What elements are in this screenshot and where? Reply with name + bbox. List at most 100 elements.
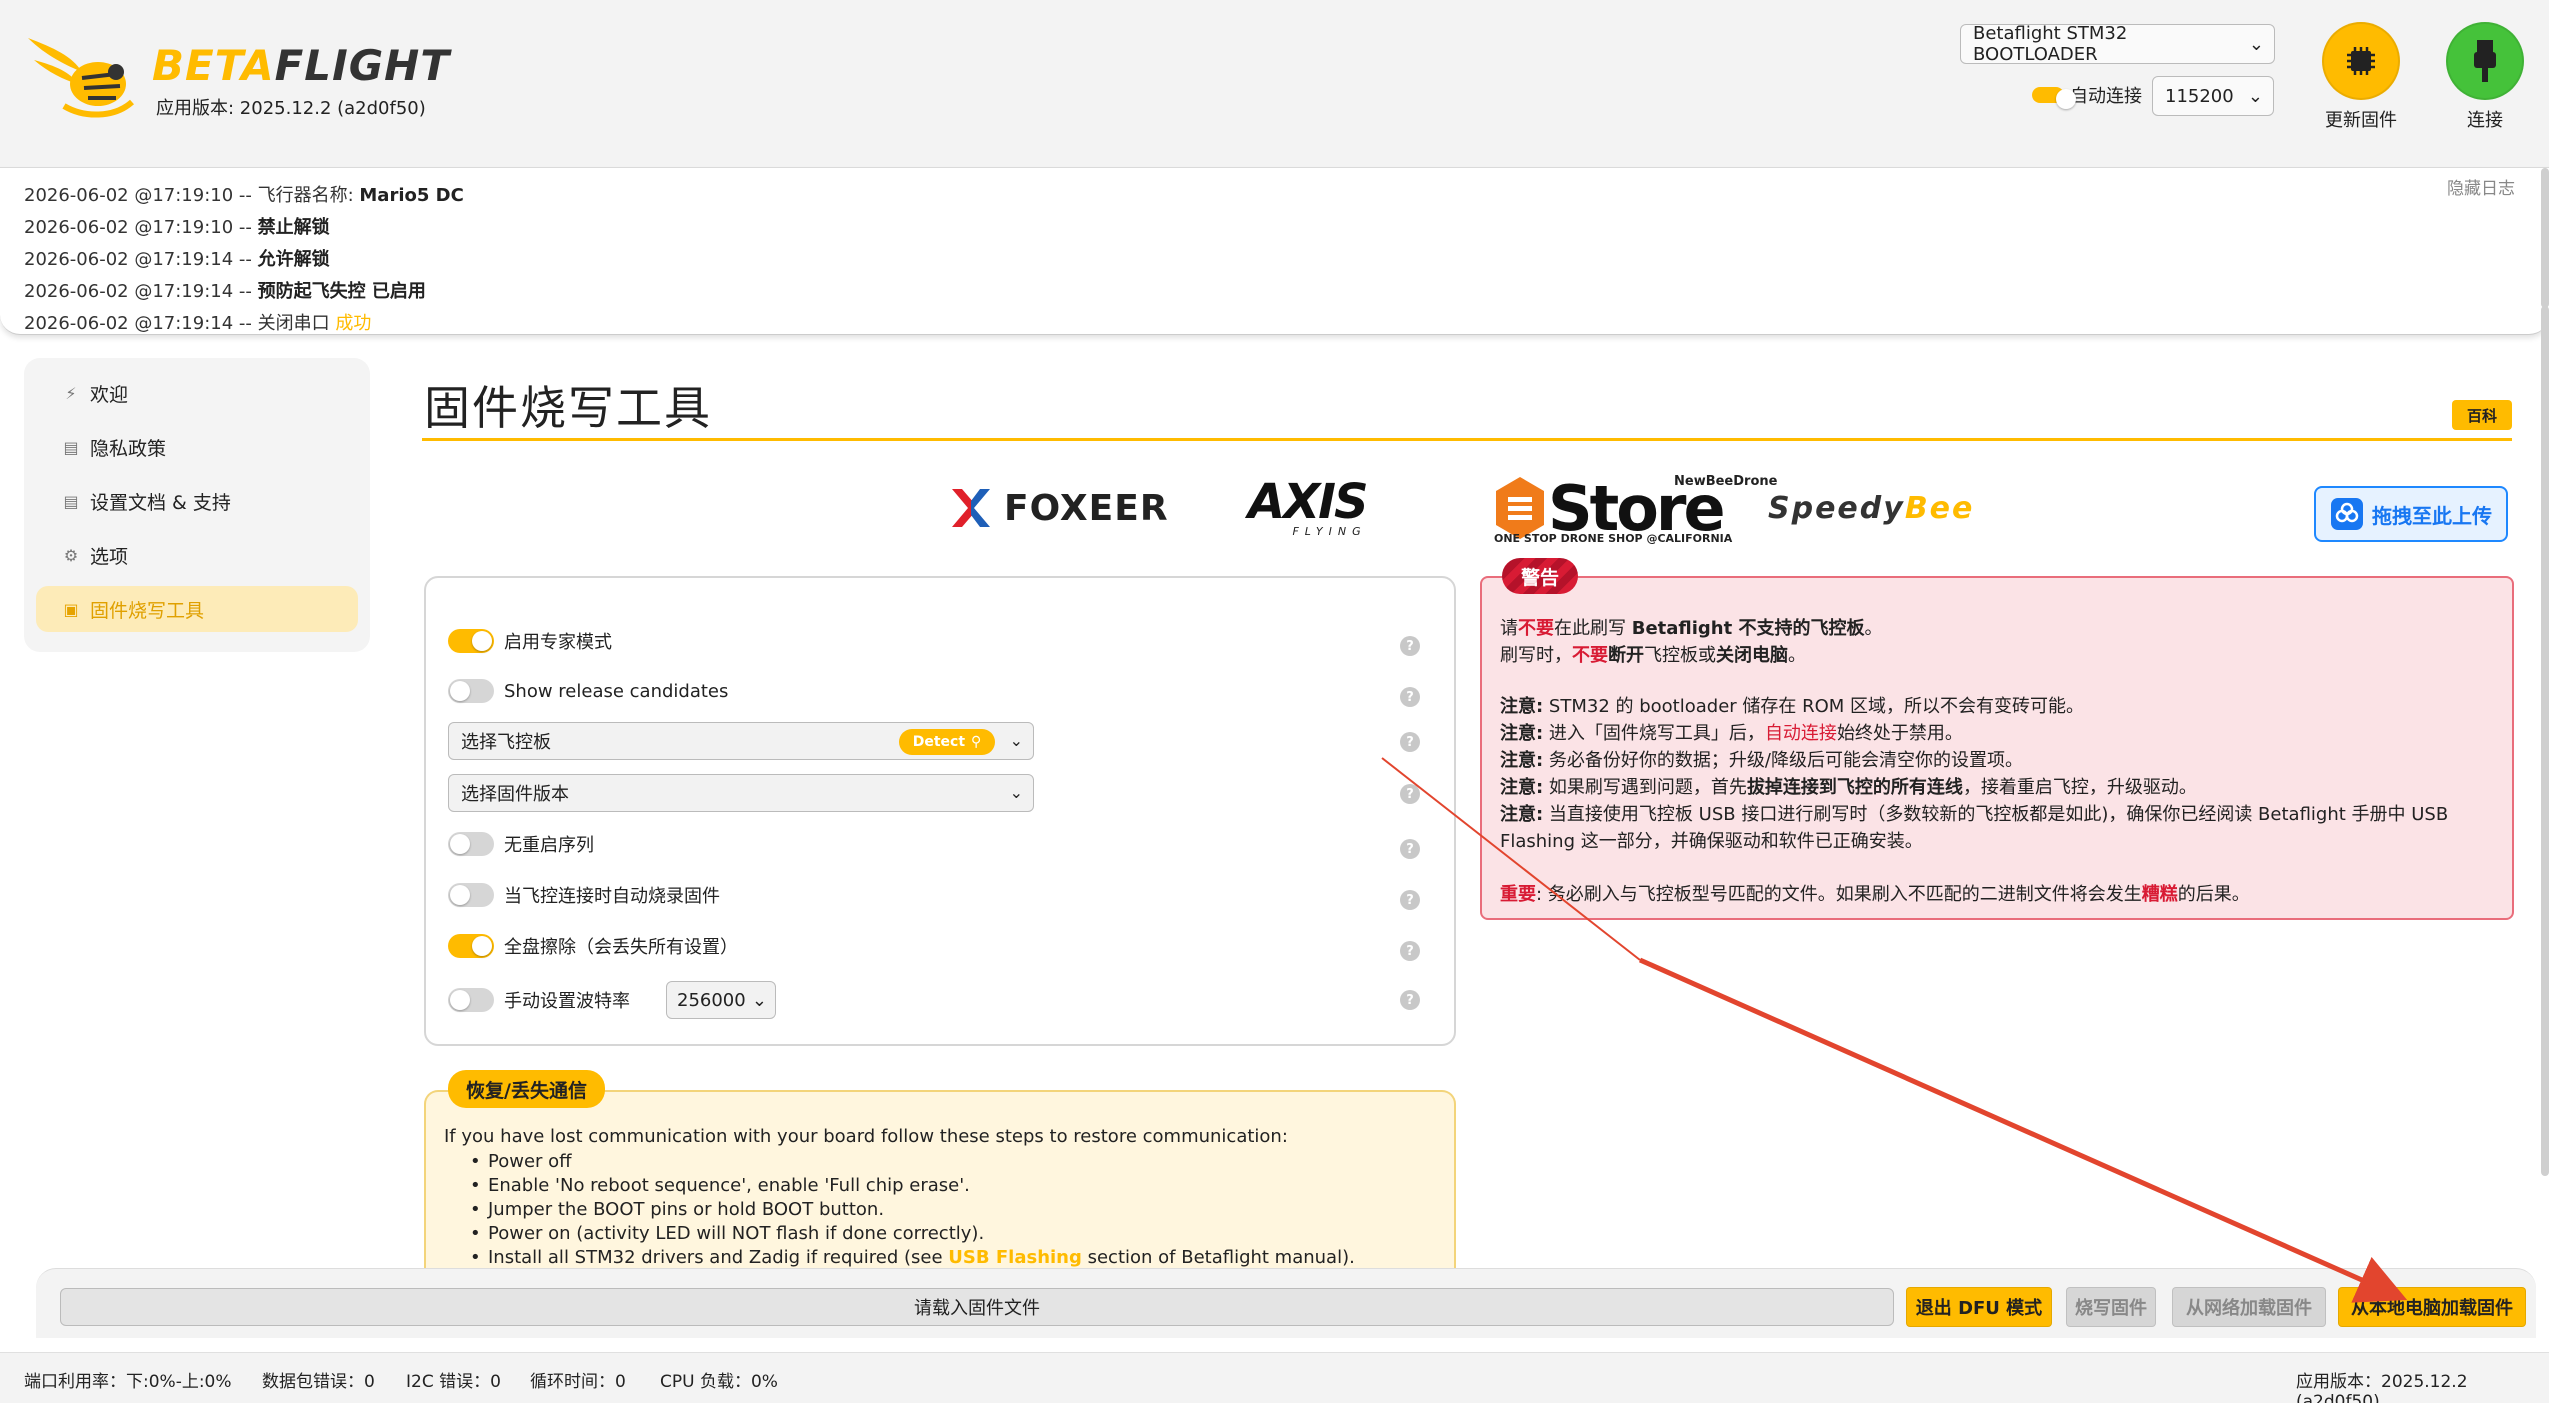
sponsor-axis[interactable]: AXIS FLYING bbox=[1248, 468, 1369, 548]
log-line: 2026-06-02 @17:19:10 -- 禁止解锁 bbox=[24, 217, 330, 238]
update-firmware-button[interactable]: 更新固件 bbox=[2306, 22, 2416, 132]
detect-button[interactable]: Detect ⚲ bbox=[899, 729, 995, 755]
usb-flashing-link[interactable]: USB Flashing bbox=[948, 1247, 1082, 1268]
port-select[interactable]: Betaflight STM32 BOOTLOADER ⌄ bbox=[1960, 23, 2275, 65]
sidebar-item-label: 欢迎 bbox=[90, 383, 129, 406]
sidebar-item-firmware-flasher[interactable]: ▣ 固件烧写工具 bbox=[36, 586, 358, 632]
recovery-step: Power off bbox=[470, 1151, 571, 1172]
log-line: 2026-06-02 @17:19:10 -- 飞行器名称: Mario5 DC bbox=[24, 185, 464, 206]
sponsor-foxeer[interactable]: FOXEER bbox=[948, 468, 1169, 548]
log-line: 2026-06-02 @17:19:14 -- 关闭串口 成功 bbox=[24, 313, 372, 334]
auto-flash-label: 当飞控连接时自动烧录固件 bbox=[504, 886, 720, 907]
warning-line: 请不要在此刷写 Betaflight 不支持的飞控板。 bbox=[1500, 618, 1883, 639]
detect-label: Detect bbox=[912, 734, 966, 750]
firmware-version-select[interactable]: 选择固件版本 ⌄ bbox=[448, 774, 1034, 812]
hide-log-link[interactable]: 隐藏日志 bbox=[2447, 174, 2515, 199]
flash-options-panel: 启用专家模式 ? Show release candidates ? 选择飞控板… bbox=[424, 576, 1456, 1046]
chevron-down-icon: ⌄ bbox=[1009, 783, 1023, 802]
release-candidates-row: Show release candidates bbox=[448, 679, 728, 703]
page-title: 固件烧写工具 bbox=[424, 381, 712, 435]
expert-mode-toggle[interactable] bbox=[448, 629, 494, 653]
firmware-version-value: 选择固件版本 bbox=[461, 784, 569, 805]
cycle-time: 循环时间：0 bbox=[530, 1372, 626, 1392]
chip-icon bbox=[2347, 47, 2375, 75]
port-select-value: Betaflight STM32 BOOTLOADER bbox=[1973, 23, 2128, 65]
recovery-step: Enable 'No reboot sequence', enable 'Ful… bbox=[470, 1175, 970, 1196]
exit-dfu-button[interactable]: 退出 DFU 模式 bbox=[1906, 1287, 2052, 1327]
firmware-load-status: 请载入固件文件 bbox=[60, 1288, 1894, 1326]
help-icon[interactable]: ? bbox=[1400, 784, 1420, 804]
help-icon[interactable]: ? bbox=[1400, 839, 1420, 859]
sponsor-speedybee[interactable]: Speedy Bee bbox=[1768, 468, 1974, 548]
no-reboot-row: 无重启序列 bbox=[448, 831, 594, 857]
note-line: 注意: STM32 的 bootloader 储存在 ROM 区域，所以不会有变… bbox=[1500, 696, 2085, 717]
sidebar-item-welcome[interactable]: ⚡ 欢迎 bbox=[36, 370, 358, 416]
release-candidates-label: Show release candidates bbox=[504, 680, 729, 702]
search-icon: ⚲ bbox=[971, 734, 982, 750]
help-icon[interactable]: ? bbox=[1400, 687, 1420, 707]
sidebar-item-label: 设置文档 & 支持 bbox=[90, 491, 231, 514]
update-firmware-label: 更新固件 bbox=[2325, 110, 2397, 131]
expert-mode-label: 启用专家模式 bbox=[504, 632, 612, 653]
sidebar-item-options[interactable]: ⚙ 选项 bbox=[36, 532, 358, 578]
upload-dropzone-button[interactable]: 拖拽至此上传 bbox=[2314, 486, 2508, 542]
important-line: 重要: 务必刷入与飞控板型号匹配的文件。如果刷入不匹配的二进制文件将会发生糟糕的… bbox=[1500, 884, 2250, 905]
status-app-version: 应用版本：2025.12.2 (a2d0f50) bbox=[2296, 1372, 2468, 1403]
baud-select[interactable]: 115200 ⌄ bbox=[2152, 76, 2274, 116]
recovery-tag: 恢复/丢失通信 bbox=[448, 1070, 605, 1108]
full-erase-row: 全盘擦除（会丢失所有设置） bbox=[448, 933, 738, 959]
sponsor-label: AXIS bbox=[1248, 473, 1369, 530]
auto-connect-switch[interactable] bbox=[2032, 87, 2076, 109]
help-icon[interactable]: ? bbox=[1400, 732, 1420, 752]
connect-circle bbox=[2446, 22, 2524, 100]
app-header: BETAFLIGHT 应用版本: 2025.12.2 (a2d0f50) Bet… bbox=[0, 0, 2549, 168]
full-erase-toggle[interactable] bbox=[448, 934, 494, 958]
sponsor-label: Bee bbox=[1904, 490, 1975, 526]
flash-firmware-button[interactable]: 烧写固件 bbox=[2066, 1287, 2156, 1327]
connect-button[interactable]: 连接 bbox=[2430, 22, 2540, 132]
help-icon[interactable]: ? bbox=[1400, 941, 1420, 961]
manual-baud-select[interactable]: 256000 ⌄ bbox=[666, 981, 776, 1019]
upload-label: 拖拽至此上传 bbox=[2372, 503, 2492, 528]
auto-connect-toggle[interactable]: 自动连接 bbox=[2032, 82, 2142, 109]
log-scrollbar[interactable] bbox=[2541, 168, 2549, 308]
recovery-step: Install all STM32 drivers and Zadig if r… bbox=[470, 1247, 1355, 1268]
auto-flash-row: 当飞控连接时自动烧录固件 bbox=[448, 882, 720, 908]
board-select-value: 选择飞控板 bbox=[461, 732, 551, 753]
wiki-button[interactable]: 百科 bbox=[2452, 400, 2512, 430]
gear-icon: ⚙ bbox=[63, 545, 79, 565]
board-select[interactable]: 选择飞控板 Detect ⚲ ⌄ bbox=[448, 722, 1034, 760]
sidebar-item-docs[interactable]: ▤ 设置文档 & 支持 bbox=[36, 478, 358, 524]
manual-baud-row: 手动设置波特率 256000 ⌄ bbox=[448, 981, 776, 1019]
note-line: 注意: 务必备份好你的数据；升级/降级后可能会清空你的设置项。 bbox=[1500, 750, 2023, 771]
auto-flash-toggle[interactable] bbox=[448, 883, 494, 907]
warning-tag: 警告 bbox=[1502, 558, 1578, 594]
manual-baud-toggle[interactable] bbox=[448, 988, 494, 1012]
baud-select-value: 115200 bbox=[2165, 85, 2234, 107]
firmware-chip-circle bbox=[2322, 22, 2400, 100]
load-local-firmware-button[interactable]: 从本地电脑加载固件 bbox=[2338, 1287, 2526, 1327]
no-reboot-toggle[interactable] bbox=[448, 832, 494, 856]
load-online-firmware-button[interactable]: 从网络加载固件 bbox=[2172, 1287, 2326, 1327]
sponsor-newbeedrone[interactable]: NewBeeDrone Store ONE STOP DRONE SHOP @C… bbox=[1494, 468, 1777, 548]
sponsor-label: ONE STOP DRONE SHOP @CALIFORNIA bbox=[1494, 532, 1733, 545]
help-icon[interactable]: ? bbox=[1400, 990, 1420, 1010]
auto-connect-label: 自动连接 bbox=[2070, 86, 2142, 107]
chevron-down-icon: ⌄ bbox=[751, 989, 767, 1011]
status-bar: 端口利用率：下:0%-上:0% 数据包错误：0 I2C 错误：0 循环时间：0 … bbox=[0, 1352, 2549, 1403]
release-candidates-toggle[interactable] bbox=[448, 679, 494, 703]
main-scrollbar[interactable] bbox=[2541, 306, 2549, 1176]
cloud-upload-icon bbox=[2331, 498, 2363, 530]
expert-mode-row: 启用专家模式 bbox=[448, 628, 612, 654]
sidebar-item-privacy[interactable]: ▤ 隐私政策 bbox=[36, 424, 358, 470]
help-icon[interactable]: ? bbox=[1400, 636, 1420, 656]
bee-logo-icon bbox=[28, 38, 134, 118]
recovery-step: Jumper the BOOT pins or hold BOOT button… bbox=[470, 1199, 884, 1220]
help-icon[interactable]: ? bbox=[1400, 890, 1420, 910]
chevron-down-icon: ⌄ bbox=[2248, 33, 2264, 55]
document-icon: ▤ bbox=[63, 437, 79, 457]
note-line: Flashing 这一部分，并确保驱动和软件已正确安装。 bbox=[1500, 831, 1923, 852]
document-icon: ▤ bbox=[63, 491, 79, 511]
recovery-step: Power on (activity LED will NOT flash if… bbox=[470, 1223, 984, 1244]
sidebar-item-label: 选项 bbox=[90, 545, 129, 568]
